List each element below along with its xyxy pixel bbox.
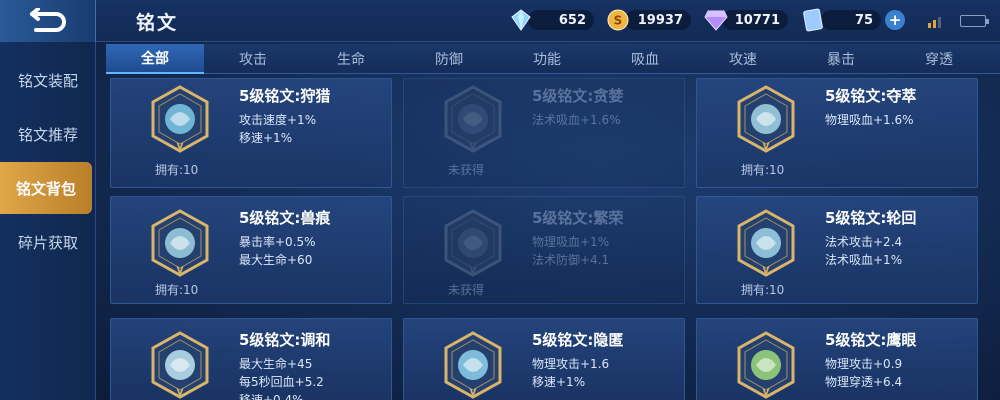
rune-card[interactable]: V 5级铭文:繁荣物理吸血+1% 法术防御+4.1 未获得 — [403, 196, 685, 304]
rune-card[interactable]: V 5级铭文:轮回法术攻击+2.4 法术吸血+1% 拥有:10 — [696, 196, 978, 304]
harmony-rune-icon: V — [149, 331, 211, 400]
rune-attribute: 物理吸血+1.6% — [825, 113, 914, 127]
gold-counter: S 19937 — [607, 8, 691, 32]
rune-attribute: 物理攻击+1.6 — [532, 357, 610, 371]
plunder-rune-icon: V — [735, 85, 797, 157]
top-bar: 铭文 652 S 19937 10771 75 + — [0, 0, 1000, 42]
stealth-rune-icon: V — [442, 331, 504, 400]
svg-text:V: V — [177, 266, 184, 276]
rune-attribute: 移速+1% — [239, 131, 293, 145]
rune-name: 5级铭文:狩猎 — [239, 87, 331, 105]
rune-name: 5级铭文:隐匿 — [532, 331, 624, 349]
gem-count: 10771 — [734, 12, 780, 28]
tab-penetration[interactable]: 穿透 — [890, 44, 988, 74]
owned-count: 拥有:10 — [155, 283, 199, 297]
sidebar-item-shard-acquire[interactable]: 碎片获取 — [0, 216, 96, 268]
rune-attribute: 每5秒回血+5.2 — [239, 375, 324, 389]
hunting-rune-icon: V — [149, 85, 211, 157]
owned-count: 拥有:10 — [155, 163, 199, 177]
rune-attribute: 移速+1% — [532, 375, 586, 389]
back-arrow-icon — [29, 8, 66, 32]
back-button[interactable] — [0, 0, 96, 42]
diamond-icon — [511, 9, 531, 31]
not-obtained-label: 未获得 — [448, 283, 485, 297]
tab-utility[interactable]: 功能 — [498, 44, 596, 74]
rune-card[interactable]: V 5级铭文:夺萃物理吸血+1.6% 拥有:10 — [696, 78, 978, 188]
sidebar: 铭文装配 铭文推荐 铭文背包 碎片获取 — [0, 42, 96, 400]
page-title: 铭文 — [136, 12, 179, 34]
eagle-eye-rune-icon: V — [735, 331, 797, 400]
gem-counter: 10771 — [704, 8, 788, 32]
rune-attribute: 物理吸血+1% — [532, 235, 610, 249]
rune-attribute: 法术吸血+1% — [825, 253, 903, 267]
rune-card[interactable]: V 5级铭文:狩猎攻击速度+1% 移速+1% 拥有:10 — [110, 78, 392, 188]
svg-text:V: V — [470, 388, 477, 398]
rune-attribute: 法术吸血+1.6% — [532, 113, 621, 127]
prosperity-rune-icon: V — [442, 209, 504, 281]
diamond-count: 652 — [558, 12, 586, 28]
tab-attack[interactable]: 攻击 — [204, 44, 302, 74]
greed-rune-icon: V — [442, 85, 504, 157]
add-ticket-button[interactable]: + — [885, 10, 905, 30]
rune-name: 5级铭文:鹰眼 — [825, 331, 917, 349]
ticket-count: 75 — [855, 12, 874, 28]
rune-name: 5级铭文:轮回 — [825, 209, 917, 227]
rune-attribute: 最大生命+45 — [239, 357, 313, 371]
svg-text:V: V — [470, 266, 477, 276]
rune-card[interactable]: V 5级铭文:鹰眼物理攻击+0.9 物理穿透+6.4 — [696, 318, 978, 400]
rune-attribute: 最大生命+60 — [239, 253, 313, 267]
tab-attack-speed[interactable]: 攻速 — [694, 44, 792, 74]
gold-coin-icon: S — [607, 9, 629, 31]
rune-attribute: 法术攻击+2.4 — [825, 235, 903, 249]
rune-card[interactable]: V 5级铭文:贪婪法术吸血+1.6% 未获得 — [403, 78, 685, 188]
rune-attribute: 攻击速度+1% — [239, 113, 317, 127]
svg-text:S: S — [614, 14, 623, 28]
rune-card[interactable]: V 5级铭文:调和最大生命+45 每5秒回血+5.2 移速+0.4% — [110, 318, 392, 400]
rune-attribute: 物理攻击+0.9 — [825, 357, 903, 371]
sidebar-item-rune-recommend[interactable]: 铭文推荐 — [0, 108, 96, 160]
tab-crit[interactable]: 暴击 — [792, 44, 890, 74]
tab-defense[interactable]: 防御 — [400, 44, 498, 74]
not-obtained-label: 未获得 — [448, 163, 485, 177]
rune-attribute: 移速+0.4% — [239, 393, 304, 400]
owned-count: 拥有:10 — [741, 283, 785, 297]
svg-text:V: V — [763, 266, 770, 276]
owned-count: 拥有:10 — [741, 163, 785, 177]
gold-count: 19937 — [637, 12, 683, 28]
sidebar-item-rune-bag[interactable]: 铭文背包 — [0, 162, 92, 214]
gem-icon — [704, 10, 728, 31]
tab-lifesteal[interactable]: 吸血 — [596, 44, 694, 74]
rune-attribute: 暴击率+0.5% — [239, 235, 316, 249]
category-tabs: 全部 攻击 生命 防御 功能 吸血 攻速 暴击 穿透 — [106, 44, 1000, 74]
battery-icon — [960, 15, 989, 27]
diamond-counter: 652 — [510, 8, 594, 32]
svg-text:V: V — [177, 142, 184, 152]
signal-icon — [928, 17, 941, 28]
svg-text:V: V — [177, 388, 184, 398]
rune-name: 5级铭文:繁荣 — [532, 209, 624, 227]
rune-name: 5级铭文:兽痕 — [239, 209, 331, 227]
rune-name: 5级铭文:贪婪 — [532, 87, 624, 105]
svg-text:V: V — [763, 142, 770, 152]
ticket-icon — [803, 8, 823, 32]
rune-name: 5级铭文:夺萃 — [825, 87, 917, 105]
ticket-counter: 75 + — [803, 8, 905, 32]
sidebar-item-rune-loadout[interactable]: 铭文装配 — [0, 54, 96, 106]
rune-card[interactable]: V 5级铭文:隐匿物理攻击+1.6 移速+1% — [403, 318, 685, 400]
rune-attribute: 法术防御+4.1 — [532, 253, 610, 267]
beast-mark-rune-icon: V — [149, 209, 211, 281]
tab-health[interactable]: 生命 — [302, 44, 400, 74]
rune-card[interactable]: V 5级铭文:兽痕暴击率+0.5% 最大生命+60 拥有:10 — [110, 196, 392, 304]
reincarnation-rune-icon: V — [735, 209, 797, 281]
rune-attribute: 物理穿透+6.4 — [825, 375, 903, 389]
rune-name: 5级铭文:调和 — [239, 331, 331, 349]
svg-text:V: V — [470, 142, 477, 152]
svg-text:V: V — [763, 388, 770, 398]
tab-all[interactable]: 全部 — [106, 44, 204, 74]
